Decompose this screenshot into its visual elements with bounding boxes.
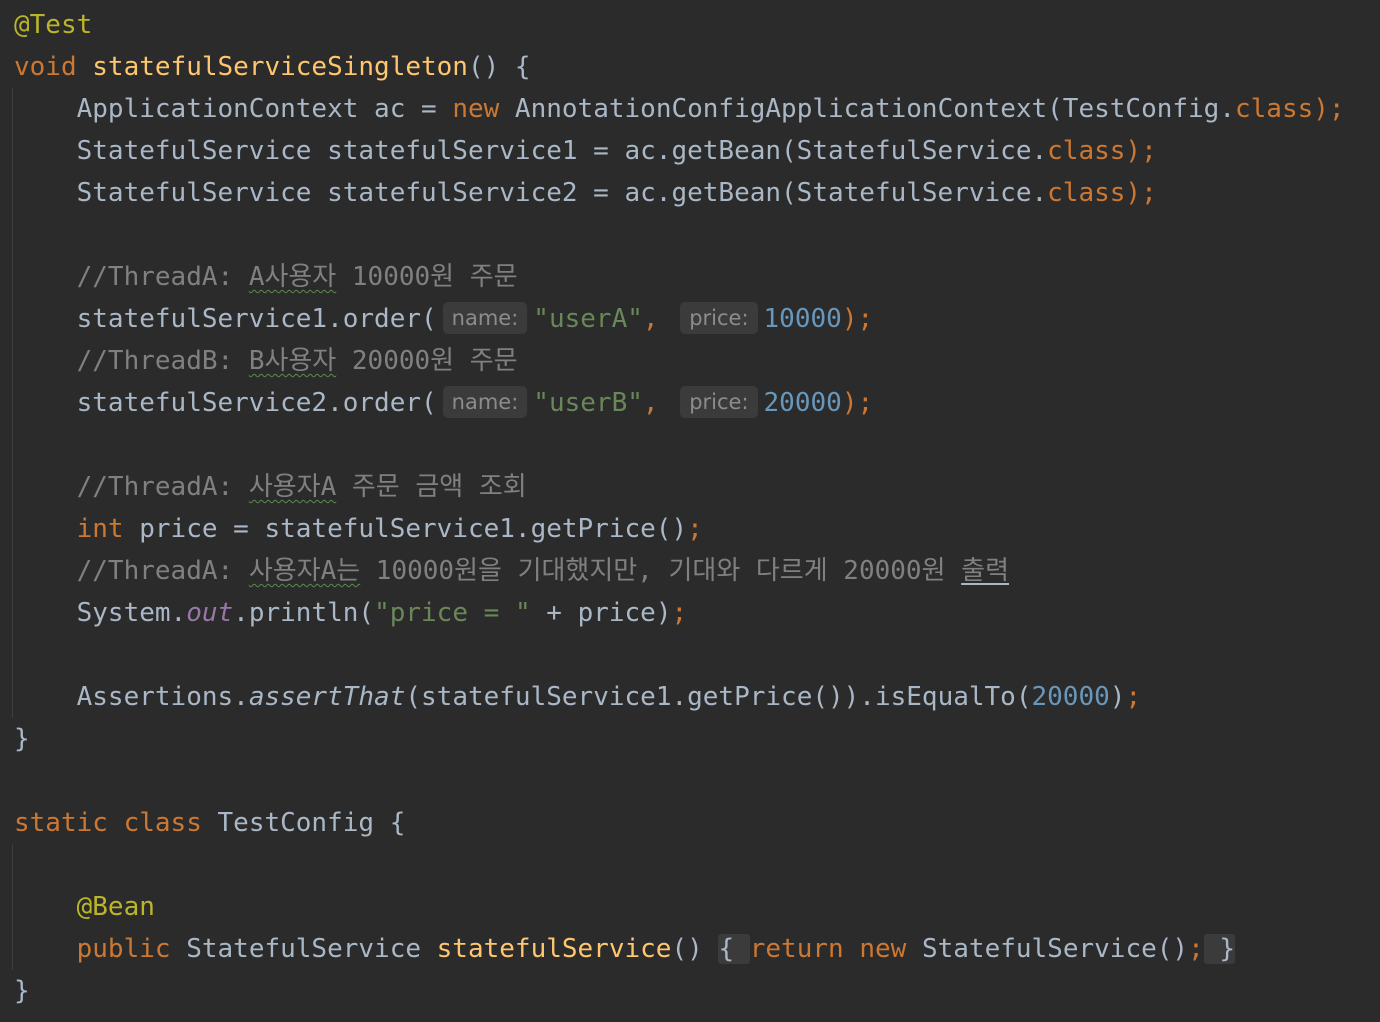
indent-guide [12,844,13,970]
comment-text: //ThreadA: [76,262,249,292]
code-line-bean-annotation: @Bean [14,886,155,928]
bean-annotation: @Bean [76,892,155,922]
string-literal: "userB" [533,388,643,418]
code-text: price = statefulService1.getPrice() [123,514,688,544]
keyword-class: class [1047,178,1126,208]
code-line-order-2: statefulService2.order(name: "userB", pri… [14,382,873,424]
code-text: AnnotationConfigApplicationContext(TestC… [499,94,1235,124]
code-text: () { [467,52,531,82]
typo-word: B사용자 [248,346,337,376]
number-literal: 20000 [1031,682,1110,712]
comment-text: 10000원을 기대했지만, 기대와 다르게 20000원 [360,556,962,586]
code-text: System. [76,598,187,628]
code-line-bean-method: public StatefulService statefulService()… [14,928,1236,970]
code-punct: ; [687,514,703,544]
comment-text: //ThreadA: [76,556,249,586]
typo-word: A사용자 [248,262,337,292]
code-text: statefulService1.order( [76,304,437,334]
code-punct: , [642,304,675,334]
param-hint-name: name: [442,386,528,418]
folded-region-open[interactable]: { [718,934,750,964]
static-call-assertthat: assertThat [248,682,406,712]
code-line-close: } [14,718,30,760]
code-line-1: @Test [14,4,92,46]
keyword-void: void [14,52,77,82]
number-literal: 20000 [763,388,842,418]
code-punct: ); [841,304,874,334]
test-annotation: @Test [14,10,93,40]
code-text: ApplicationContext ac = [76,94,453,124]
keyword-static: static [14,808,108,838]
code-punct: ; [671,598,688,628]
string-literal: "price = " [374,598,531,628]
param-hint-name: name: [442,302,528,334]
keyword-return: return [749,934,844,964]
code-comment: //ThreadA: 사용자A 주문 금액 조회 [14,466,527,508]
code-text: ) [1109,682,1126,712]
code-line-println: System.out.println("price = " + price); [14,592,688,634]
code-punct: ; [1125,682,1142,712]
param-hint-price: price: [680,302,758,334]
code-line-2: void statefulServiceSingleton() { [14,46,531,88]
keyword-new: new [452,94,500,124]
closing-brace: } [14,976,30,1006]
code-comment: //ThreadA: A사용자 10000원 주문 [14,256,518,298]
code-line-assert: Assertions.assertThat(statefulService1.g… [14,676,1141,718]
code-text: .println( [233,598,375,628]
code-comment: //ThreadA: 사용자A는 10000원을 기대했지만, 기대와 다르게 … [14,550,1009,592]
comment-text: 20000원 주문 [336,346,518,376]
code-line-price: int price = statefulService1.getPrice(); [14,508,703,550]
comment-text: 주문 금액 조회 [336,472,527,502]
code-line-class: static class TestConfig { [14,802,405,844]
typo-word: 사용자A [248,472,337,502]
code-punct: , [642,388,675,418]
comment-text: //ThreadA: [76,472,249,502]
typo-word: 사용자A는 [248,556,361,586]
code-text: statefulService2.order( [76,388,437,418]
code-line-4: StatefulService statefulService1 = ac.ge… [14,130,1157,172]
method-name: statefulServiceSingleton [92,52,468,82]
keyword-new: new [859,934,907,964]
keyword-class: class [123,808,202,838]
warning-word: 출력 [961,556,1009,586]
code-line-close: } [14,970,30,1012]
indent-guide [12,88,13,718]
comment-text: //ThreadB: [76,346,249,376]
code-punct: ); [1313,94,1345,124]
code-text: StatefulService [170,934,437,964]
number-literal: 10000 [763,304,842,334]
code-text: TestConfig { [201,808,406,838]
code-text: StatefulService() [906,934,1189,964]
keyword-class: class [1235,94,1314,124]
code-punct: ); [841,388,874,418]
keyword-public: public [76,934,171,964]
code-line-3: ApplicationContext ac = new AnnotationCo… [14,88,1345,130]
keyword-class: class [1047,136,1126,166]
static-field-out: out [186,598,234,628]
code-line-5: StatefulService statefulService2 = ac.ge… [14,172,1157,214]
code-text: (statefulService1.getPrice()).isEqualTo( [405,682,1032,712]
folded-region-close[interactable]: } [1203,934,1236,964]
closing-brace: } [14,724,30,754]
code-text: + price) [530,598,672,628]
method-name: statefulService [436,934,672,964]
code-text: StatefulService statefulService1 = ac.ge… [76,136,1048,166]
code-text: StatefulService statefulService2 = ac.ge… [76,178,1048,208]
code-punct: ); [1125,178,1157,208]
code-line-order-1: statefulService1.order(name: "userA", pri… [14,298,873,340]
code-text: () [671,934,703,964]
code-comment: //ThreadB: B사용자 20000원 주문 [14,340,518,382]
param-hint-price: price: [680,386,758,418]
comment-text: 10000원 주문 [336,262,518,292]
code-text: Assertions. [76,682,249,712]
code-editor[interactable]: @Test void statefulServiceSingleton() { … [0,0,1380,1022]
code-punct: ; [1188,934,1204,964]
keyword-int: int [76,514,124,544]
string-literal: "userA" [533,304,643,334]
code-punct: ); [1125,136,1157,166]
